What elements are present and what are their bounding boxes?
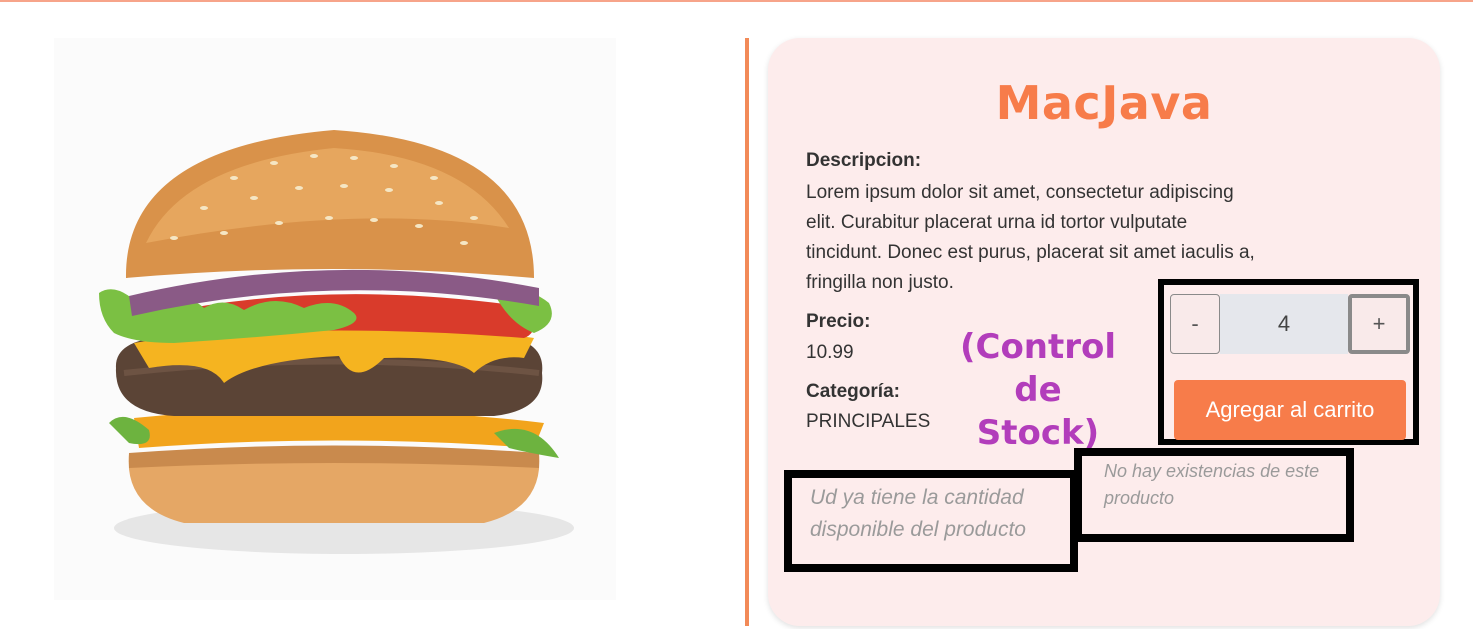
quantity-stepper: - 4 + [1170, 294, 1410, 354]
description-label: Descripcion: [806, 150, 922, 171]
price-label: Precio: [806, 311, 871, 332]
stock-control-annotation: (Control de Stock) [938, 326, 1138, 455]
category-value: PRINCIPALES [806, 411, 931, 432]
decrement-button[interactable]: - [1170, 294, 1220, 354]
add-to-cart-button[interactable]: Agregar al carrito [1174, 380, 1406, 440]
vertical-divider [745, 38, 749, 626]
max-quantity-message: Ud ya tiene la cantidad disponible del p… [784, 470, 1078, 572]
increment-button[interactable]: + [1348, 294, 1410, 354]
burger-image-icon [99, 130, 574, 554]
top-border [0, 0, 1473, 2]
quantity-input[interactable]: 4 [1220, 294, 1348, 354]
price-value: 10.99 [806, 342, 854, 363]
annotation-line-1: (Control de [959, 327, 1117, 410]
product-card: MacJava Descripcion: Lorem ipsum dolor s… [768, 38, 1440, 626]
category-label: Categoría: [806, 381, 900, 402]
product-image [54, 38, 616, 600]
out-of-stock-message: No hay existencias de este producto [1074, 448, 1354, 542]
product-title: MacJava [995, 76, 1213, 130]
